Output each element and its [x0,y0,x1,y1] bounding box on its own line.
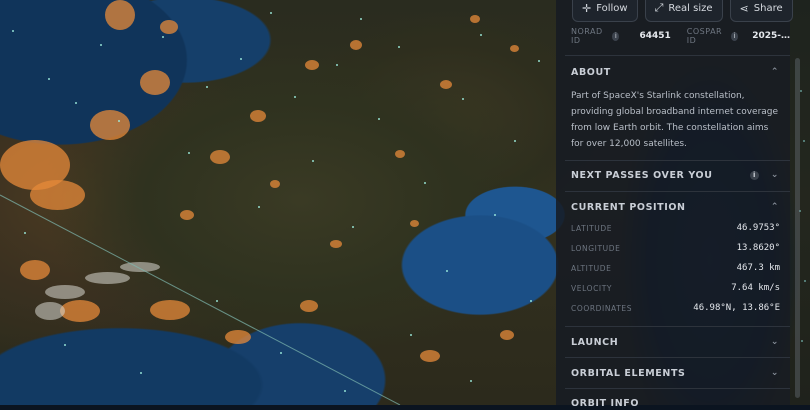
orbital-elements-title: ORBITAL ELEMENTS [571,367,686,379]
divider [565,388,790,389]
crosshair-icon: ✛ [582,1,592,15]
next-passes-title: NEXT PASSES OVER YOU [571,169,713,181]
altitude-value: 467.3 km [736,263,780,273]
chevron-up-icon: ⌃ [770,67,779,77]
position-row-velocity: VELOCITY 7.64 km/s [571,282,780,294]
latitude-label: LATITUDE [571,223,613,233]
norad-id-label: NORAD ID [571,27,603,45]
position-row-longitude: LONGITUDE 13.8620° [571,242,780,254]
chevron-down-icon: ⌄ [770,170,779,180]
ground-track-line [0,194,401,405]
norad-id-value: 64451 [639,31,671,41]
about-title: ABOUT [571,66,611,78]
divider [565,55,790,56]
longitude-label: LONGITUDE [571,243,621,253]
chevron-down-icon: ⌄ [770,337,779,347]
share-button[interactable]: ⋖ Share [729,0,793,22]
current-position-section-header[interactable]: CURRENT POSITION ⌃ [571,200,781,214]
share-button-label: Share [753,2,783,14]
follow-button-label: Follow [596,2,628,14]
current-position-title: CURRENT POSITION [571,201,686,213]
latitude-value: 46.9753° [736,223,780,233]
info-icon[interactable]: i [750,170,759,180]
velocity-label: VELOCITY [571,283,613,293]
real-size-button-label: Real size [668,2,713,14]
info-icon[interactable]: i [731,31,739,41]
position-row-coordinates: COORDINATES 46.98°N, 13.86°E [571,302,780,314]
about-section-header[interactable]: ABOUT ⌃ [571,65,781,79]
info-icon[interactable]: i [612,31,620,41]
divider [565,160,790,161]
divider [565,326,790,327]
panel-toolbar: ✛ Follow ⤢ Real size ⋖ Share [572,0,793,22]
velocity-value: 7.64 km/s [731,283,780,293]
coordinates-label: COORDINATES [571,303,633,313]
longitude-value: 13.8620° [736,243,780,253]
identifier-row: NORAD ID i 64451 COSPAR ID i 2025-… [571,27,790,45]
about-description: Part of SpaceX's Starlink constellation,… [571,91,779,149]
orbit-info-section-header[interactable]: ORBIT INFO [571,396,781,410]
launch-section-header[interactable]: LAUNCH ⌄ [571,335,781,349]
orbital-elements-section-header[interactable]: ORBITAL ELEMENTS ⌄ [571,366,781,380]
expand-icon: ⤢ [654,1,664,14]
chevron-up-icon: ⌃ [770,202,779,212]
orbit-info-title: ORBIT INFO [571,397,640,409]
divider [565,191,790,192]
chevron-down-icon: ⌄ [770,368,779,378]
follow-button[interactable]: ✛ Follow [572,0,638,22]
cospar-id-value: 2025-… [752,31,790,41]
panel-scrollbar-thumb[interactable] [795,58,800,398]
position-row-altitude: ALTITUDE 467.3 km [571,262,780,274]
next-passes-section-header[interactable]: NEXT PASSES OVER YOU i ⌄ [571,168,781,182]
panel-scrollbar-track[interactable] [790,0,810,405]
share-icon: ⋖ [739,1,749,15]
launch-title: LAUNCH [571,336,619,348]
divider [565,357,790,358]
cospar-id-label: COSPAR ID [686,27,723,45]
real-size-button[interactable]: ⤢ Real size [644,0,723,22]
coordinates-value: 46.98°N, 13.86°E [693,303,780,313]
position-row-latitude: LATITUDE 46.9753° [571,222,780,234]
altitude-label: ALTITUDE [571,263,612,273]
